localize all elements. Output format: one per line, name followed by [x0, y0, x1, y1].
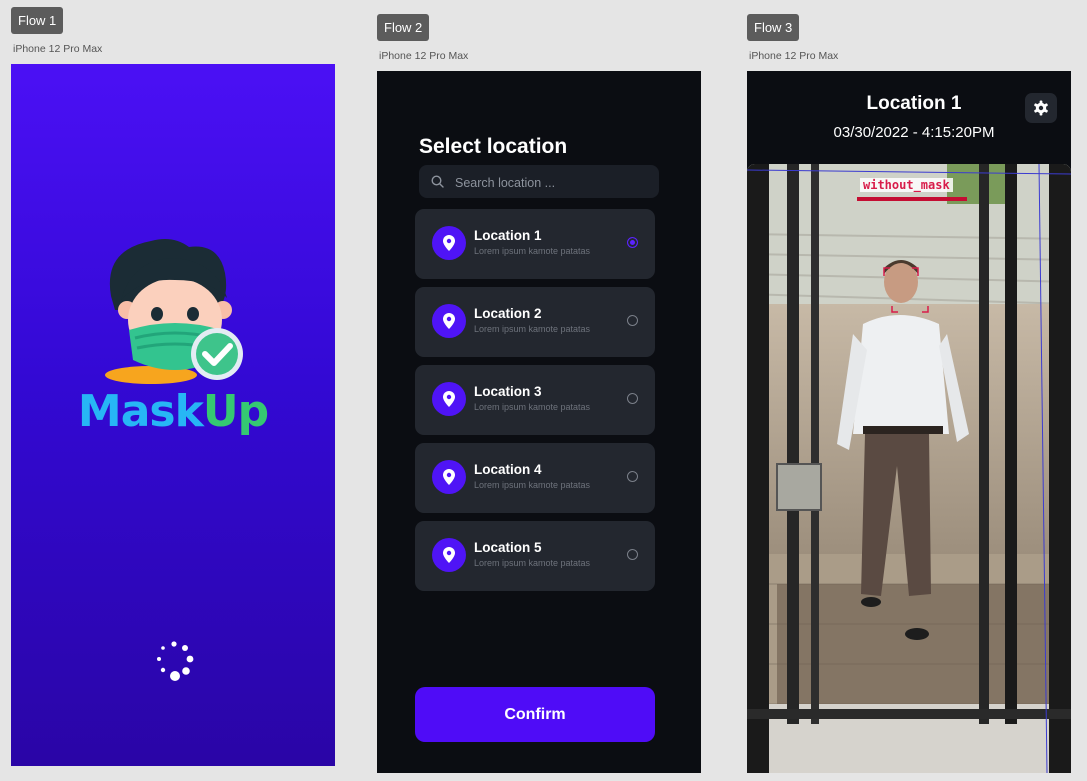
- settings-button[interactable]: [1025, 93, 1057, 123]
- flow-2-tag: Flow 2: [377, 14, 430, 41]
- datetime-text: 03/30/2022 - 4:15:20PM: [833, 124, 995, 141]
- location-card[interactable]: Location 2 Lorem ipsum kamote patatas: [415, 287, 655, 357]
- location-radio[interactable]: [627, 237, 638, 248]
- location-pin-icon: [432, 304, 466, 338]
- search-icon: [431, 175, 444, 188]
- location-pin-icon: [432, 382, 466, 416]
- flow-3-device-label: iPhone 12 Pro Max: [749, 50, 839, 62]
- detection-label: without_mask: [860, 178, 953, 192]
- search-input[interactable]: [453, 165, 647, 200]
- flow-2-device-label: iPhone 12 Pro Max: [379, 50, 469, 62]
- location-card[interactable]: Location 1 Lorem ipsum kamote patatas: [415, 209, 655, 279]
- location-name: Location 1: [474, 228, 542, 243]
- page-title: Select location: [419, 135, 568, 158]
- select-location-screen: Select location Location 1 Lorem ipsum k…: [377, 71, 701, 773]
- logo-text-up: Up: [202, 386, 269, 437]
- flow-1-device-label: iPhone 12 Pro Max: [13, 43, 103, 55]
- loading-spinner-icon: [157, 641, 194, 681]
- location-subtitle: Lorem ipsum kamote patatas: [474, 480, 591, 490]
- gear-icon: [1034, 100, 1048, 116]
- location-card[interactable]: Location 5 Lorem ipsum kamote patatas: [415, 521, 655, 591]
- search-bar[interactable]: [419, 165, 659, 200]
- location-name: Location 2: [474, 306, 542, 321]
- location-radio[interactable]: [627, 315, 638, 326]
- logo-text-mask: Mask: [77, 386, 204, 437]
- location-subtitle: Lorem ipsum kamote patatas: [474, 246, 591, 256]
- camera-feed-image: [747, 164, 1071, 773]
- location-pin-icon: [432, 460, 466, 494]
- location-radio[interactable]: [627, 549, 638, 560]
- location-subtitle: Lorem ipsum kamote patatas: [474, 558, 591, 568]
- location-name: Location 3: [474, 384, 542, 399]
- location-subtitle: Lorem ipsum kamote patatas: [474, 324, 591, 334]
- location-card[interactable]: Location 4 Lorem ipsum kamote patatas: [415, 443, 655, 513]
- splash-screen: MaskUp: [11, 64, 335, 766]
- location-name: Location 5: [474, 540, 542, 555]
- location-subtitle: Lorem ipsum kamote patatas: [474, 402, 591, 412]
- location-card[interactable]: Location 3 Lorem ipsum kamote patatas: [415, 365, 655, 435]
- flow-3-tag: Flow 3: [747, 14, 800, 41]
- location-radio[interactable]: [627, 471, 638, 482]
- masked-person-check-icon: [105, 239, 243, 384]
- location-pin-icon: [432, 226, 466, 260]
- confirm-button[interactable]: Confirm: [415, 687, 655, 742]
- location-name: Location 4: [474, 462, 542, 477]
- camera-feed: without_mask: [747, 164, 1071, 773]
- flow-1-tag: Flow 1: [11, 7, 64, 34]
- camera-feed-screen: Location 1 03/30/2022 - 4:15:20PM withou…: [747, 71, 1071, 773]
- app-logo-text: MaskUp: [11, 386, 335, 437]
- location-radio[interactable]: [627, 393, 638, 404]
- location-pin-icon: [432, 538, 466, 572]
- page-title: Location 1: [866, 93, 962, 114]
- detection-bar: [857, 197, 967, 201]
